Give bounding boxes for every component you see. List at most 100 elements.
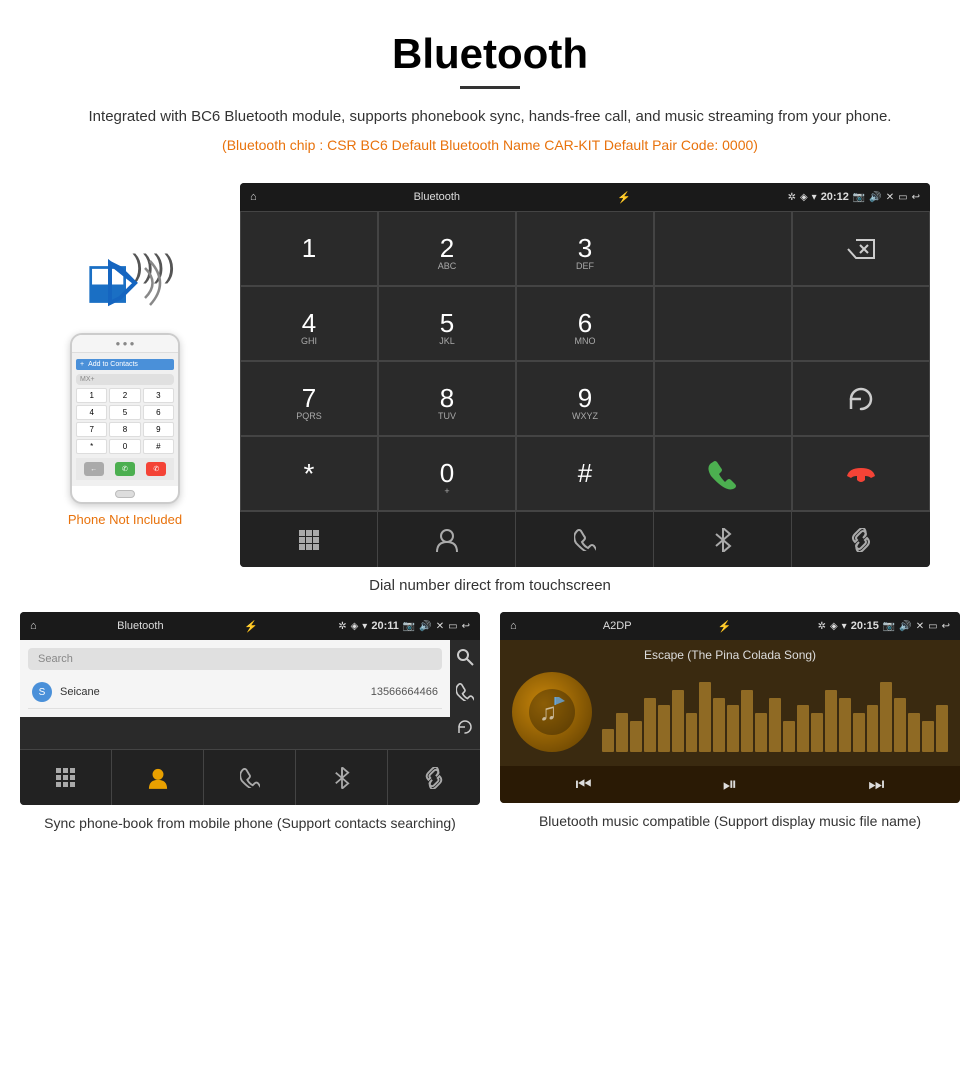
bluetooth-icon-area: ⬓ )))) — [75, 243, 175, 323]
music-bar — [741, 690, 753, 752]
phone-key-2: 2 — [109, 388, 140, 403]
music-visualizer — [602, 672, 948, 752]
close-icon: ✕ — [886, 192, 894, 203]
home-icon: ⌂ — [250, 191, 257, 203]
dial-key-2[interactable]: 2ABC — [378, 211, 516, 286]
music-album-art: ♫ — [512, 672, 592, 752]
dial-key-7[interactable]: 7PQRS — [240, 361, 378, 436]
dial-display-area — [654, 211, 792, 286]
pb-wifi-icon: ▾ — [362, 621, 367, 632]
phonebook-call-icon — [456, 683, 474, 701]
dial-key-3[interactable]: 3DEF — [516, 211, 654, 286]
music-bar — [825, 690, 837, 752]
phonebook-caption: Sync phone-book from mobile phone (Suppo… — [20, 813, 480, 834]
dial-backspace-btn[interactable] — [792, 211, 930, 286]
phone-screen-header: +Add to Contacts — [76, 359, 174, 370]
phone-search-bar: MX+ — [76, 374, 174, 385]
bottom-phone-icon[interactable] — [516, 512, 654, 567]
bottom-link-icon[interactable] — [792, 512, 930, 567]
phone-key-6: 6 — [143, 405, 174, 420]
pb-bottom-phone[interactable] — [204, 750, 296, 805]
dial-key-5[interactable]: 5JKL — [378, 286, 516, 361]
phonebook-content: Search S Seicane 13566664466 — [20, 640, 450, 717]
pb-bottom-link[interactable] — [388, 750, 480, 805]
pb-refresh-icon[interactable] — [456, 718, 474, 741]
phonebook-contact-row: S Seicane 13566664466 — [28, 676, 442, 709]
pb-time: 20:11 — [371, 620, 399, 632]
android-dial-screen: ⌂ Bluetooth ⚡ ✲ ◈ ▾ 20:12 📷 🔊 ✕ ▭ ↩ — [240, 183, 930, 567]
phone-not-included-label: Phone Not Included — [68, 512, 182, 527]
pb-call-icon[interactable] — [456, 683, 474, 706]
link-icon — [849, 528, 873, 552]
pb-search-icon[interactable] — [456, 648, 474, 671]
music-artwork-area: ♫ — [512, 672, 948, 752]
music-android-screen: ⌂ A2DP ⚡ ✲ ◈ ▾ 20:15 📷 🔊 ✕ ▭ ↩ — [500, 612, 960, 803]
music-bar — [699, 682, 711, 752]
music-bar — [783, 721, 795, 752]
pb-bluetooth-icon — [334, 767, 350, 789]
music-bar — [797, 705, 809, 752]
pb-title: Bluetooth — [117, 620, 163, 632]
phonebook-search-bar[interactable]: Search — [28, 648, 442, 670]
music-bar — [936, 705, 948, 752]
bluetooth-bottom-icon — [714, 528, 732, 552]
music-bar — [894, 698, 906, 752]
pb-bottom-bluetooth[interactable] — [296, 750, 388, 805]
pb-status-icons: ✲ ◈ ▾ 20:11 📷 🔊 ✕ ▭ ↩ — [338, 620, 470, 632]
music-next-btn[interactable]: ⏭ — [868, 774, 884, 795]
phone-device: ● ● ● +Add to Contacts MX+ 1 2 3 4 5 6 7 — [70, 333, 180, 504]
phone-key-9: 9 — [143, 422, 174, 437]
bottom-bluetooth-icon[interactable] — [654, 512, 792, 567]
music-caption: Bluetooth music compatible (Support disp… — [500, 811, 960, 832]
music-bar — [839, 698, 851, 752]
dial-key-0[interactable]: 0+ — [378, 436, 516, 511]
android-dial-status-bar: ⌂ Bluetooth ⚡ ✲ ◈ ▾ 20:12 📷 🔊 ✕ ▭ ↩ — [240, 183, 930, 211]
backspace-icon — [846, 238, 876, 260]
pb-close-icon: ✕ — [436, 621, 444, 632]
usb-icon: ⚡ — [617, 191, 631, 204]
music-bar — [602, 729, 614, 752]
dial-key-hash[interactable]: # — [516, 436, 654, 511]
location-icon: ◈ — [800, 192, 808, 203]
pb-bt-icon: ✲ — [338, 621, 346, 632]
music-screen-wrapper: ⌂ A2DP ⚡ ✲ ◈ ▾ 20:15 📷 🔊 ✕ ▭ ↩ — [500, 612, 960, 834]
dial-end-btn[interactable] — [792, 436, 930, 511]
pb-bottom-apps[interactable] — [20, 750, 112, 805]
music-content: Escape (The Pina Colada Song) ♫ — [500, 640, 960, 766]
dial-key-4[interactable]: 4GHI — [240, 286, 378, 361]
bottom-contacts-icon[interactable] — [378, 512, 516, 567]
phonebook-screen-wrapper: ⌂ Bluetooth ⚡ ✲ ◈ ▾ 20:11 📷 🔊 ✕ ▭ ↩ — [20, 612, 480, 834]
phone-end-btn: ✆ — [146, 462, 166, 476]
pb-loc-icon: ◈ — [351, 621, 359, 632]
phone-key-8: 8 — [109, 422, 140, 437]
music-bar — [922, 721, 934, 752]
music-bar — [880, 682, 892, 752]
music-vol-icon: 🔊 — [899, 621, 911, 632]
dial-key-star[interactable]: * — [240, 436, 378, 511]
dial-call-btn[interactable] — [654, 436, 792, 511]
android-bottom-bar — [240, 511, 930, 567]
pb-bottom-contacts-active[interactable] — [112, 750, 204, 805]
phonebook-list-area: Search S Seicane 13566664466 — [20, 640, 450, 749]
pb-phone-icon — [240, 768, 260, 788]
music-play-pause-btn[interactable]: ⏯ — [723, 774, 737, 795]
music-controls: ⏮ ⏯ ⏭ — [500, 766, 960, 803]
bottom-apps-icon[interactable] — [240, 512, 378, 567]
phone-home-btn — [115, 490, 135, 498]
dial-key-8[interactable]: 8TUV — [378, 361, 516, 436]
status-icons-group: ✲ ◈ ▾ 20:12 📷 🔊 ✕ ▭ ↩ — [788, 191, 920, 203]
dialpad-grid: 1 2ABC 3DEF 4GHI 5JKL 6MNO 7 — [240, 211, 930, 511]
phonebook-android-screen: ⌂ Bluetooth ⚡ ✲ ◈ ▾ 20:11 📷 🔊 ✕ ▭ ↩ — [20, 612, 480, 805]
music-caption-text: Bluetooth music compatible (Support disp… — [539, 813, 921, 829]
bluetooth-logo-svg — [75, 243, 175, 323]
volume-icon: 🔊 — [869, 192, 881, 203]
dial-key-1[interactable]: 1 — [240, 211, 378, 286]
dial-key-9[interactable]: 9WXYZ — [516, 361, 654, 436]
window-icon: ▭ — [898, 192, 907, 203]
pb-link-icon — [423, 767, 445, 789]
music-back-icon: ↩ — [942, 621, 950, 632]
dial-key-6[interactable]: 6MNO — [516, 286, 654, 361]
music-usb-icon: ⚡ — [718, 620, 732, 633]
music-prev-btn[interactable]: ⏮ — [576, 774, 592, 795]
dial-refresh-btn[interactable] — [792, 361, 930, 436]
